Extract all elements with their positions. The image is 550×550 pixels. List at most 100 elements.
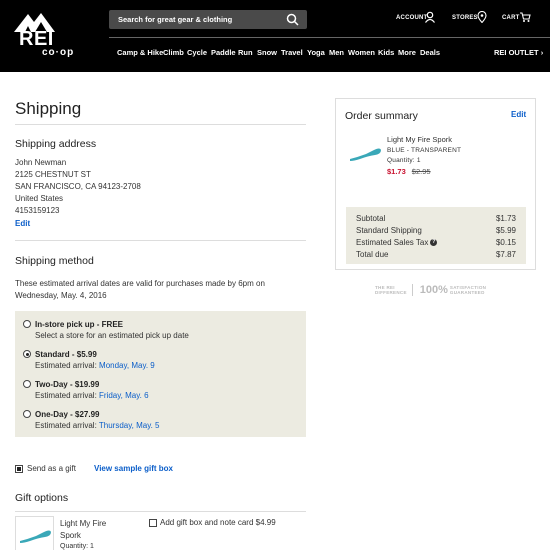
summary-product-price: $1.73 $2.95 [387,167,431,176]
address-name: John Newman [15,158,67,167]
location-pin-icon[interactable] [476,11,488,23]
gift-product-name-1: Light My Fire [60,519,107,528]
cart-link[interactable]: CART [502,15,519,21]
gift-options-heading: Gift options [15,492,69,504]
option-title-two-day[interactable]: Two-Day - $19.99 [35,380,99,389]
option-sub-in-store: Select a store for an estimated pick up … [35,331,189,340]
arrival-label: Estimated arrival: [35,421,97,430]
nav-yoga[interactable]: Yoga [307,48,325,57]
nav-more[interactable]: More [398,48,416,57]
arrival-label: Estimated arrival: [35,361,97,370]
totals-row-total-due: Total due $7.87 [356,250,516,259]
address-city: SAN FRANCISCO, CA 94123-2708 [15,182,141,191]
site-header: REI co·op Search for great gear & clothi… [0,0,550,72]
totals-label: Subtotal [356,214,386,223]
original-price: $2.95 [411,167,431,176]
summary-product-variant: BLUE - TRANSPARENT [387,147,462,154]
shipping-address-heading: Shipping address [15,138,97,150]
nav-women[interactable]: Women [348,48,375,57]
gift-options-divider [15,511,306,512]
arrival-date-two-day: Friday, May. 6 [99,391,149,400]
option-title-in-store[interactable]: In-store pick up - FREE [35,320,123,329]
chevron-right-icon: › [540,48,544,57]
guarantee-left-line2: DIFFERENCE [375,290,407,295]
address-street: 2125 CHESTNUT ST [15,170,91,179]
title-divider [15,124,306,125]
radio-one-day[interactable] [23,410,31,418]
option-sub-one-day: Estimated arrival: Thursday, May. 5 [35,421,160,430]
gift-product-name-2: Spork [60,531,81,540]
guarantee-percent: 100% [419,284,448,296]
rei-outlet-label: REI OUTLET [494,48,539,57]
header-divider [109,37,550,38]
account-link[interactable]: ACCOUNT [396,15,427,21]
totals-row-shipping: Standard Shipping $5.99 [356,226,516,235]
add-gift-box-checkbox[interactable] [149,519,157,527]
totals-row-tax: Estimated Sales Tax? $0.15 [356,238,516,247]
spork-image [20,530,51,543]
totals-row-subtotal: Subtotal $1.73 [356,214,516,223]
satisfaction-guarantee-badge: THE REI DIFFERENCE 100% SATISFACTION GUARANT… [375,284,486,296]
nav-climb[interactable]: Climb [163,48,184,57]
guarantee-left-text: THE REI DIFFERENCE [375,285,407,295]
gift-product-thumbnail [15,516,54,550]
edit-address-link[interactable]: Edit [15,219,30,228]
totals-label: Standard Shipping [356,226,422,235]
radio-two-day[interactable] [23,380,31,388]
nav-cycle[interactable]: Cycle [187,48,207,57]
address-phone: 4153159123 [15,206,60,215]
totals-value: $7.87 [495,250,516,259]
send-as-gift-checkbox[interactable] [15,465,23,473]
gift-product-quantity: Quantity: 1 [60,543,94,550]
nav-men[interactable]: Men [329,48,344,57]
account-icon[interactable] [424,11,436,23]
totals-label: Estimated Sales Tax [356,238,429,247]
add-gift-box-label[interactable]: Add gift box and note card $4.99 [160,518,276,527]
arrival-label: Estimated arrival: [35,391,97,400]
guarantee-right-text: SATISFACTION GUARANTEED [450,285,486,295]
summary-product-quantity: Quantity: 1 [387,157,421,164]
nav-travel[interactable]: Travel [281,48,303,57]
arrival-date-one-day: Thursday, May. 5 [98,421,160,430]
option-sub-two-day: Estimated arrival: Friday, May. 6 [35,391,149,400]
search-icon[interactable] [286,13,299,26]
address-country: United States [15,194,64,203]
search-input[interactable]: Search for great gear & clothing [109,10,307,29]
logo-subtext: co·op [42,47,75,58]
guarantee-right-line2: GUARANTEED [449,290,485,295]
sale-price: $1.73 [387,167,406,176]
nav-run[interactable]: Run [238,48,253,57]
shipping-method-heading: Shipping method [15,255,94,267]
view-sample-gift-box-link[interactable]: View sample gift box [94,464,173,473]
radio-in-store-pickup[interactable] [23,320,31,328]
shipping-method-description: These estimated arrival dates are valid … [15,279,265,300]
info-icon[interactable]: ? [430,239,438,247]
option-title-one-day[interactable]: One-Day - $27.99 [35,410,99,419]
guarantee-separator [411,284,413,296]
option-sub-standard: Estimated arrival: Monday, May. 9 [35,361,155,370]
stores-link[interactable]: STORES [452,15,478,21]
cart-icon[interactable] [519,11,531,23]
arrival-date-standard: Monday, May. 9 [99,361,155,370]
edit-cart-link[interactable]: Edit [511,110,526,119]
totals-value: $0.15 [495,238,516,247]
address-divider [15,240,306,241]
page-title: Shipping [15,99,82,118]
nav-rei-outlet[interactable]: REI OUTLET › [494,48,543,57]
summary-product-name[interactable]: Light My Fire Spork [387,135,452,144]
radio-standard[interactable] [23,350,31,358]
send-as-gift-label[interactable]: Send as a gift [27,464,76,473]
order-totals: Subtotal $1.73 Standard Shipping $5.99 E… [346,207,526,264]
totals-value: $1.73 [495,214,516,223]
nav-snow[interactable]: Snow [257,48,277,57]
nav-paddle[interactable]: Paddle [211,48,236,57]
nav-deals[interactable]: Deals [420,48,440,57]
shipping-options-panel: In-store pick up - FREE Select a store f… [15,311,306,437]
summary-spork-image [350,148,381,161]
totals-label: Total due [356,250,389,259]
option-title-standard[interactable]: Standard - $5.99 [35,350,97,359]
nav-camp-hike[interactable]: Camp & Hike [117,48,163,57]
search-placeholder: Search for great gear & clothing [118,15,233,24]
order-summary-title: Order summary [345,110,418,122]
nav-kids[interactable]: Kids [378,48,394,57]
